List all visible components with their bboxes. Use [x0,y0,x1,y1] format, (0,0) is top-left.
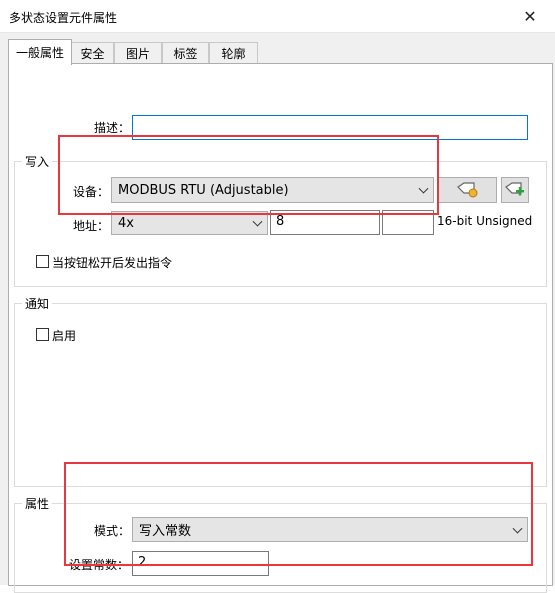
tab-picture-label: 图片 [125,47,150,61]
address-type-select[interactable]: 4x [111,211,268,235]
description-label: 描述： [94,121,131,135]
release-command-checkbox[interactable] [36,255,49,268]
mode-select-value: 写入常数 [139,524,192,539]
tab-outline[interactable]: 轮廓 [209,42,258,64]
tab-security-label: 安全 [80,47,105,61]
tag-gear-icon [457,182,478,198]
data-format-label: 16-bit Unsigned [437,214,533,228]
tag-add-button[interactable] [501,177,529,203]
address-label: 地址： [73,219,110,233]
general-properties-panel: 描述： 写入 设备： MODBUS RTU (Adjustable) 地址： 4… [8,63,553,593]
device-select[interactable]: MODBUS RTU (Adjustable) [111,177,434,203]
chevron-down-icon [252,216,263,227]
release-command-label: 当按钮松开后发出指令 [52,256,173,270]
tag-add-icon [505,182,524,196]
address-input[interactable]: 8 [270,210,380,235]
tab-general-label: 一般属性 [15,46,64,60]
notify-enable-checkbox[interactable] [36,328,49,341]
address-extra-input[interactable] [382,210,434,235]
tab-security[interactable]: 安全 [71,42,114,64]
tag-settings-button[interactable] [437,177,497,203]
notify-enable-label: 启用 [52,329,77,343]
close-button[interactable]: ✕ [506,1,554,31]
tab-picture[interactable]: 图片 [114,42,162,64]
device-select-value: MODBUS RTU (Adjustable) [118,182,289,198]
device-label: 设备： [73,185,110,199]
constant-input[interactable]: 2 [132,551,269,576]
chevron-down-icon [512,523,523,534]
constant-label: 设置常数： [69,558,130,572]
address-type-value: 4x [118,215,134,231]
chevron-down-icon [418,183,429,194]
tab-general[interactable]: 一般属性 [8,39,72,65]
dialog-body: 一般属性 安全 图片 标签 轮廓 描述： 写入 设备： MODBUS RTU (… [0,32,555,593]
close-icon: ✕ [523,6,537,26]
notify-group-title: 通知 [22,295,53,312]
mode-select[interactable]: 写入常数 [132,517,528,542]
tab-outline-label: 轮廓 [221,47,246,61]
tab-label[interactable]: 标签 [162,42,209,64]
notify-group [14,303,547,487]
title-bar: 多状态设置元件属性 ✕ [0,0,555,32]
description-input[interactable] [132,115,528,140]
attributes-group-title: 属性 [22,495,53,512]
write-group-title: 写入 [22,153,53,170]
mode-label: 模式： [94,524,131,538]
window-title: 多状态设置元件属性 [9,11,118,25]
tab-label-label: 标签 [173,47,198,61]
